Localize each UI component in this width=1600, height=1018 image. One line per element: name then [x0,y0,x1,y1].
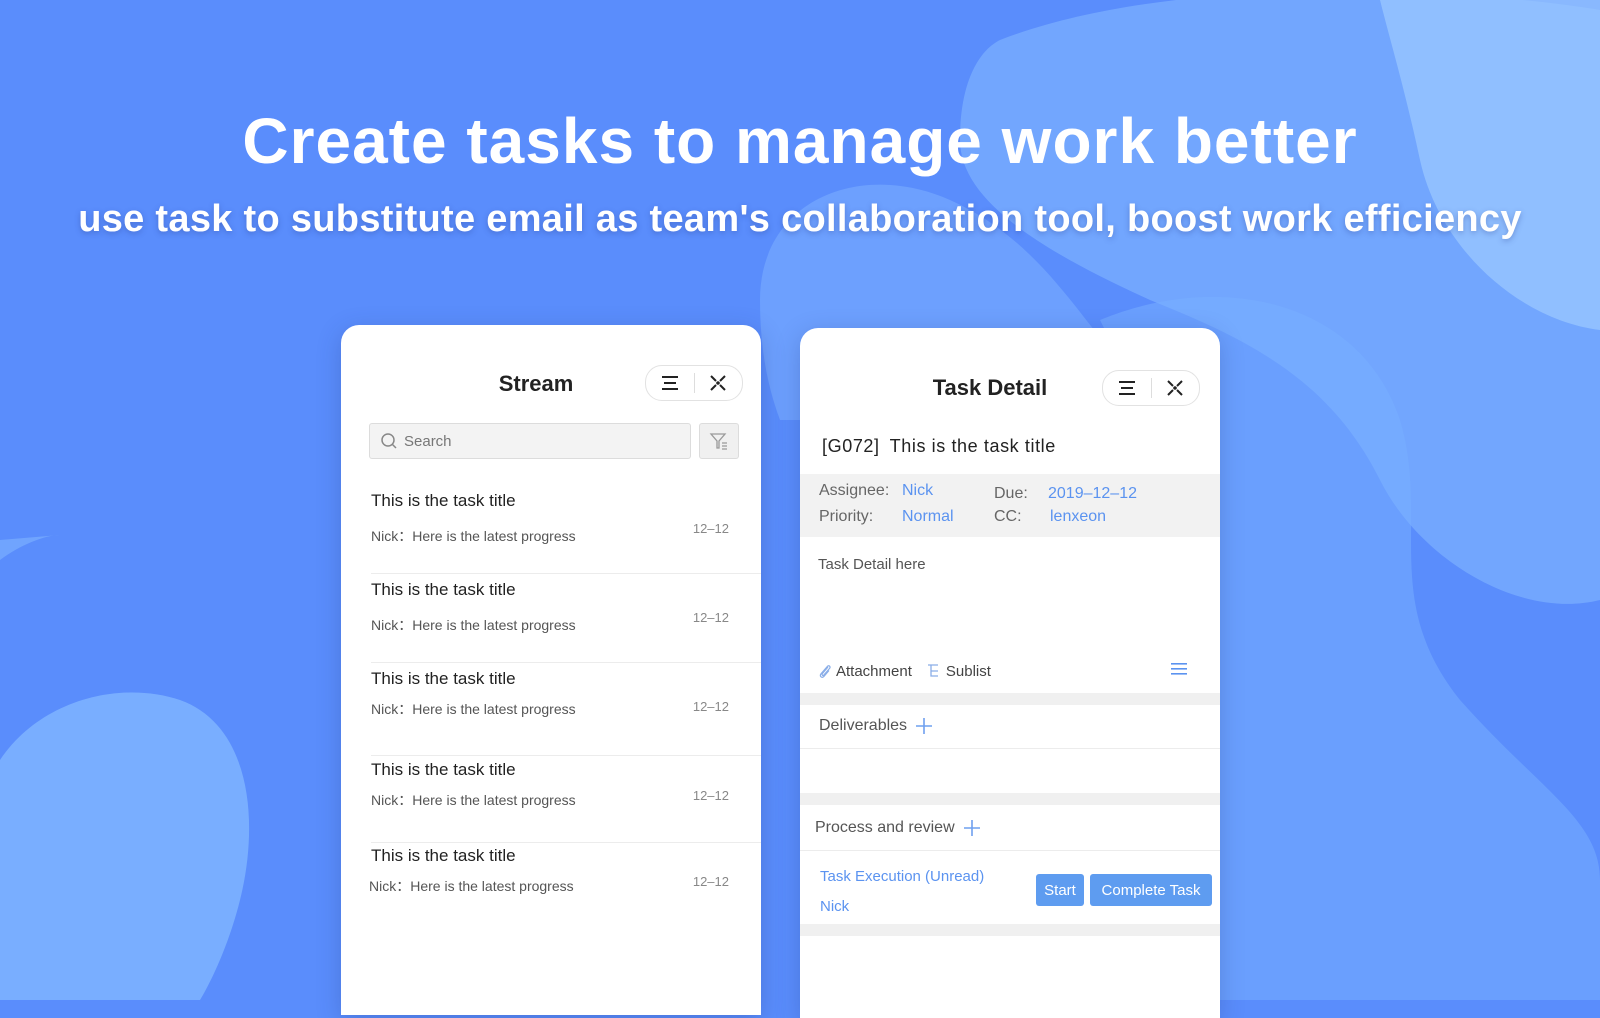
process-item-user[interactable]: Nick [820,898,849,915]
list-item-subtitle: Nick：Here is the latest progress [371,792,576,808]
assignee-value[interactable]: Nick [902,482,933,500]
complete-task-button[interactable]: Complete Task [1090,874,1212,906]
task-description[interactable]: Task Detail here [818,556,926,573]
task-code: [G072] [822,436,880,456]
stream-screen: Stream This is the task title Nick：H [341,325,761,1015]
close-target-icon [710,375,726,391]
subheadline: use task to substitute email as team's c… [78,198,1522,240]
list-item-date: 12–12 [692,788,729,803]
list-item[interactable]: This is the task title Nick：Here is the … [371,669,761,756]
due-value[interactable]: 2019–12–12 [1048,485,1137,503]
stream-menu-button[interactable] [646,366,694,400]
process-label: Process and review [815,819,955,836]
paperclip-icon [819,665,831,678]
list-item-title: This is the task title [371,491,516,510]
divider [800,748,1220,749]
more-menu-button[interactable] [1170,661,1188,681]
stream-capsule [645,365,743,401]
list-item-title: This is the task title [371,580,516,599]
list-item-date: 12–12 [692,521,729,536]
detail-capsule [1102,370,1200,406]
detail-menu-button[interactable] [1103,371,1151,405]
task-meta-panel: Assignee: Nick Due: 2019–12–12 Priority:… [800,474,1220,537]
add-deliverable-icon[interactable] [915,717,933,735]
search-box[interactable] [369,423,691,459]
due-label: Due: [994,485,1028,502]
list-item-subtitle: Nick：Here is the latest progress [369,878,574,894]
list-menu-icon [1171,663,1187,675]
list-item-date: 12–12 [692,699,729,714]
filter-button[interactable] [699,423,739,459]
sublist-button[interactable]: Sublist [926,663,991,680]
close-target-icon [1167,380,1183,396]
stream-close-button[interactable] [695,366,743,400]
list-item-date: 12–12 [692,610,729,625]
menu-icon [1118,381,1135,395]
list-item[interactable]: This is the task title Nick：Here is the … [371,760,761,843]
cc-value[interactable]: lenxeon [1050,508,1106,526]
section-gap [800,924,1220,936]
menu-icon [661,376,678,390]
divider [800,850,1220,851]
list-item-subtitle: Nick：Here is the latest progress [371,701,576,717]
list-item-title: This is the task title [371,760,516,779]
process-section: Process and review [815,819,981,837]
search-input[interactable] [400,431,676,451]
filter-icon [709,433,727,450]
assignee-label: Assignee: [819,482,890,499]
sublist-icon [927,664,938,677]
list-item[interactable]: This is the task title Nick：Here is the … [369,846,759,916]
add-process-icon[interactable] [963,819,981,837]
deliverables-label: Deliverables [819,717,908,734]
list-item-title: This is the task title [371,846,516,865]
task-heading: [G072] This is the task title [822,436,1056,457]
deliverables-section: Deliverables [819,717,933,735]
list-item-title: This is the task title [371,669,516,688]
task-detail-screen: Task Detail [G072] This is the task title… [800,328,1220,1018]
priority-label: Priority: [819,508,874,525]
list-item-subtitle: Nick：Here is the latest progress [371,528,576,544]
cc-label: CC: [994,508,1022,525]
process-item-name[interactable]: Task Execution (Unread) [820,868,984,885]
search-icon [381,433,397,449]
headline: Create tasks to manage work better [242,105,1358,177]
section-gap [800,793,1220,805]
list-item[interactable]: This is the task title Nick：Here is the … [371,491,761,574]
priority-value[interactable]: Normal [902,508,954,526]
list-item[interactable]: This is the task title Nick：Here is the … [371,580,761,663]
detail-close-button[interactable] [1152,371,1200,405]
attachment-row: Attachment Sublist [818,660,1202,682]
list-item-subtitle: Nick：Here is the latest progress [371,617,576,633]
task-title: This is the task title [889,436,1056,456]
attachment-label: Attachment [836,662,912,680]
section-gap [800,693,1220,705]
attachment-button[interactable]: Attachment [818,663,912,680]
sublist-label: Sublist [945,662,991,680]
start-button[interactable]: Start [1036,874,1084,906]
list-item-date: 12–12 [692,874,729,889]
